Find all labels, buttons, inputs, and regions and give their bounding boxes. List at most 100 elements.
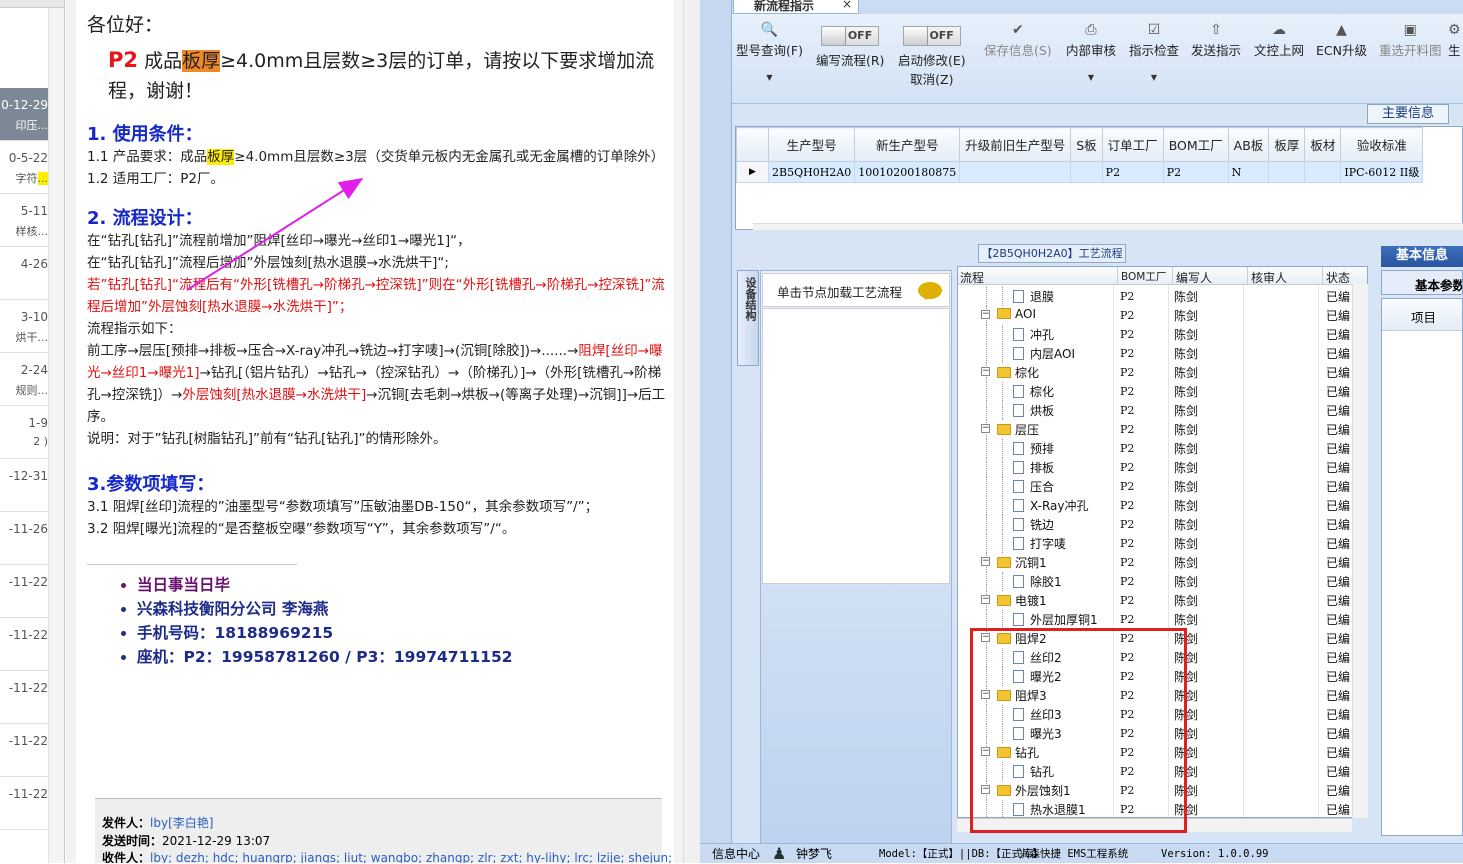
tab-new-flow[interactable]: 新流程指示 × <box>733 0 859 14</box>
mail-list-item[interactable]: 4-26 <box>0 247 48 300</box>
tree-node[interactable]: 棕化 P2 陈剑 已编 <box>958 382 1367 401</box>
toolbar-button[interactable]: ⎙ 内部审核 ▼ <box>1066 22 1116 82</box>
tree-col-header[interactable]: 编写人 <box>1176 269 1212 286</box>
grid-col-header[interactable]: AB板 <box>1227 127 1270 162</box>
collapse-icon[interactable]: − <box>981 424 990 433</box>
mail-list-scrollbar[interactable] <box>48 8 64 863</box>
chevron-down-icon[interactable]: ▼ <box>1129 73 1179 82</box>
tree-node[interactable]: 压合 P2 陈剑 已编 <box>958 477 1367 496</box>
tree-vscroll[interactable] <box>1352 284 1368 818</box>
tree-node[interactable]: 烘板 P2 陈剑 已编 <box>958 401 1367 420</box>
mail-list-item[interactable]: -11-26 <box>0 512 48 565</box>
toggle-switch[interactable]: OFF <box>902 26 961 46</box>
collapse-icon[interactable]: − <box>981 367 990 376</box>
to-value[interactable]: lby; dezh; hdc; huangrp; jiangs; liut; w… <box>150 851 672 863</box>
from-value[interactable]: lby[李白艳] <box>150 816 213 830</box>
mail-date: 2-24 <box>20 363 48 377</box>
tree-node[interactable]: − 棕化 P2 陈剑 已编 <box>958 363 1367 382</box>
tree-node[interactable]: − 沉铜1 P2 陈剑 已编 <box>958 553 1367 572</box>
email-body: 各位好： P2 成品板厚≥4.0mm且层数≥3层的订单，请按以下要求增加流程，谢… <box>76 0 674 863</box>
toolbar-button[interactable]: ☁ 文控上网 <box>1254 22 1304 59</box>
tree-col-header[interactable]: 核审人 <box>1251 269 1287 286</box>
mail-list-item[interactable]: -11-22 <box>0 777 48 830</box>
grid-col-header[interactable]: 订单工厂 <box>1101 127 1164 162</box>
tree-node[interactable]: 冲孔 P2 陈剑 已编 <box>958 325 1367 344</box>
info-center[interactable]: 信息中心 <box>712 844 760 864</box>
toolbar-button[interactable]: ⇧ 发送指示 <box>1191 22 1241 59</box>
tree-cell-status: 已编 <box>1326 423 1351 437</box>
grid-cell[interactable]: P2 <box>1162 161 1229 183</box>
tree-node[interactable]: 排板 P2 陈剑 已编 <box>958 458 1367 477</box>
close-icon[interactable]: × <box>842 0 852 11</box>
chevron-down-icon[interactable]: ▼ <box>1066 73 1116 82</box>
mail-list-item[interactable]: 5-11 样核... <box>0 194 48 247</box>
toolbar-button[interactable]: ⚙ 生 <box>1448 22 1461 59</box>
tree-col-header[interactable]: 流程 <box>960 269 984 286</box>
mail-list-item[interactable]: -11-22 <box>0 565 48 618</box>
grid-col-header[interactable]: BOM工厂 <box>1162 127 1229 162</box>
mail-list-item[interactable]: 0-12-29 印压... <box>0 88 48 141</box>
collapse-icon[interactable]: − <box>981 557 990 566</box>
tree-col-header[interactable]: 状态 <box>1326 269 1350 286</box>
tree-node[interactable]: 内层AOI P2 陈剑 已编 <box>958 344 1367 363</box>
tree-node[interactable]: − 电镀1 P2 陈剑 已编 <box>958 591 1367 610</box>
tree-cell-writer: 陈剑 <box>1174 613 1199 627</box>
toolbar-button[interactable]: OFF 编写流程(R) <box>816 26 884 69</box>
tree-col-header[interactable]: BOM工厂 <box>1121 269 1166 284</box>
toolbar-button[interactable]: ▣ 重选开料图 <box>1379 22 1442 59</box>
grid-cell[interactable] <box>1268 161 1306 183</box>
grid-cell[interactable]: 2B5QH0H2A0 <box>767 161 856 183</box>
collapse-icon[interactable]: − <box>981 310 990 319</box>
tab-basic-params[interactable]: 基本参数 <box>1381 270 1463 295</box>
tree-node[interactable]: − AOI P2 陈剑 已编 <box>958 306 1367 325</box>
tree-node[interactable]: 外层加厚铜1 P2 陈剑 已编 <box>958 610 1367 629</box>
grid-cell[interactable] <box>959 161 1072 183</box>
mail-list-item[interactable]: 0-5-22 字符... <box>0 141 48 194</box>
mail-list-item[interactable]: -11-22 <box>0 618 48 671</box>
toolbar-button[interactable]: OFF 启动修改(E) 取消(Z) <box>898 26 966 88</box>
side-tab-equipment[interactable]: 设备结构 <box>737 270 759 366</box>
tree-node[interactable]: 退膜 P2 陈剑 已编 <box>958 287 1367 306</box>
tree-node[interactable]: 打字唛 P2 陈剑 已编 <box>958 534 1367 553</box>
mail-list-item[interactable]: -12-31 <box>0 459 48 512</box>
grid-col-header[interactable]: 新生产型号 <box>854 127 961 162</box>
toggle-switch[interactable]: OFF <box>821 26 880 46</box>
toolbar-button[interactable]: ▲ ECN升级 <box>1316 22 1367 59</box>
tree-node[interactable]: X-Ray冲孔 P2 陈剑 已编 <box>958 496 1367 515</box>
toolbar-button[interactable]: ✔ 保存信息(S) <box>984 22 1052 59</box>
email-scrollbar[interactable] <box>683 0 700 863</box>
toolbar-button[interactable]: 🔍 型号查询(F) ▼ <box>736 22 803 82</box>
chevron-down-icon[interactable]: ▼ <box>736 73 803 82</box>
tree-node[interactable]: 预排 P2 陈剑 已编 <box>958 439 1367 458</box>
grid-cell[interactable] <box>1070 161 1103 183</box>
tree-node[interactable]: − 层压 P2 陈剑 已编 <box>958 420 1367 439</box>
document-icon <box>1013 537 1024 550</box>
mail-list-item[interactable]: 2-24 规则... <box>0 353 48 406</box>
grid-cell[interactable]: 10010200180875 <box>854 161 961 183</box>
main-info-tab[interactable]: 主要信息 <box>1367 104 1449 124</box>
grid-col-header[interactable]: S板 <box>1070 127 1103 162</box>
mail-list-item[interactable]: -11-22 <box>0 724 48 777</box>
tree-node-name: X-Ray冲孔 <box>1013 497 1088 514</box>
tab-basic-info[interactable]: 基本信息 <box>1381 246 1463 267</box>
document-icon <box>1013 575 1024 588</box>
mail-list-item[interactable]: -11-22 <box>0 671 48 724</box>
grid-cell[interactable]: N <box>1227 161 1270 183</box>
grid-col-header[interactable]: 升级前旧生产型号 <box>959 127 1072 162</box>
mail-list-item[interactable]: 3-10 烘干... <box>0 300 48 353</box>
grid-cell[interactable]: IPC-6012 II级 <box>1340 161 1424 183</box>
grid-cell[interactable] <box>1304 161 1342 183</box>
grid-col-header[interactable]: 板厚 <box>1268 127 1306 162</box>
table-row[interactable]: ▶ 2B5QH0H2A0 10010200180875 P2 P2 N IPC-6012 I… <box>736 161 1424 183</box>
grid-cell[interactable]: P2 <box>1101 161 1164 183</box>
toolbar-button[interactable]: ☑ 指示检查 ▼ <box>1129 22 1179 82</box>
grid-col-header[interactable]: 生产型号 <box>767 127 856 162</box>
grid-col-header[interactable]: 板材 <box>1304 127 1342 162</box>
tree-cell-bom: P2 <box>1120 290 1135 303</box>
collapse-icon[interactable]: − <box>981 595 990 604</box>
tree-node[interactable]: 铣边 P2 陈剑 已编 <box>958 515 1367 534</box>
grid-col-header[interactable]: 验收标准 <box>1340 127 1424 162</box>
mail-list-item[interactable]: 1-9 2 ) <box>0 406 48 459</box>
tree-cell-writer: 陈剑 <box>1174 461 1199 475</box>
tree-node[interactable]: 除胶1 P2 陈剑 已编 <box>958 572 1367 591</box>
